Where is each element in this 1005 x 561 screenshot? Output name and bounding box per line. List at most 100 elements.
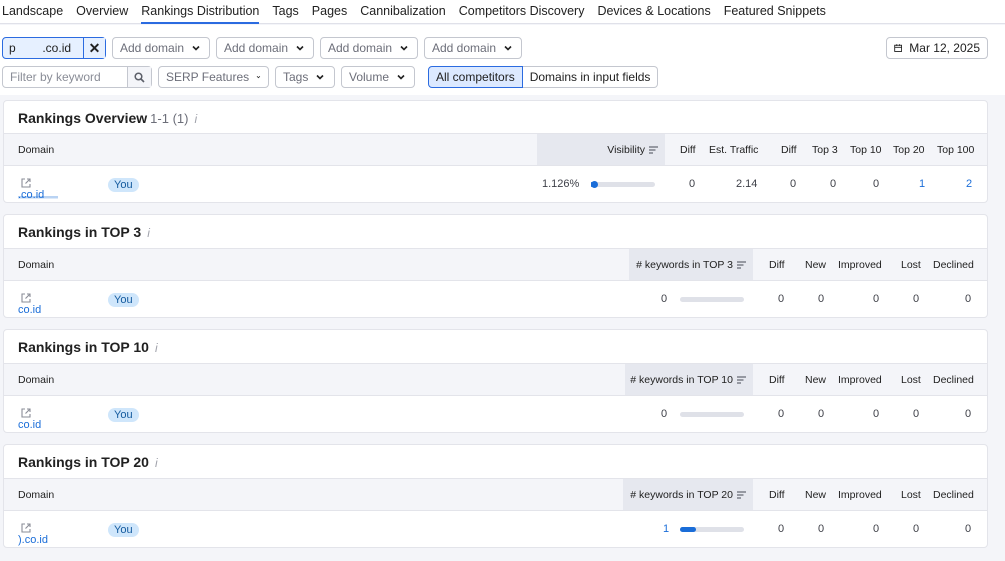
search-button[interactable] xyxy=(127,67,151,87)
declined-value: 0 xyxy=(965,408,972,420)
serp-features-dropdown[interactable]: SERP Features xyxy=(158,66,269,88)
info-icon[interactable]: i xyxy=(155,456,158,470)
improved-value: 0 xyxy=(873,523,880,535)
domain-text: co.id xyxy=(18,304,42,316)
external-link-icon[interactable] xyxy=(21,178,31,188)
top100-value[interactable]: 2 xyxy=(966,178,972,190)
external-link-icon[interactable] xyxy=(21,293,31,303)
rankings-overview-panel: Rankings Overview 1-1 (1) i Domain Visibil… xyxy=(3,100,988,203)
domain-link[interactable]: co.id xyxy=(18,293,62,316)
col-diff: Diff xyxy=(769,259,785,271)
report-tabs: Landscape Overview Rankings Distribution… xyxy=(0,0,1005,24)
you-badge: You xyxy=(108,523,139,537)
external-link-icon[interactable] xyxy=(21,523,31,533)
add-domain-button-4[interactable]: Add domain xyxy=(424,37,522,59)
competitor-toggle: All competitors Domains in input fields xyxy=(428,66,659,88)
col-diff: Diff xyxy=(680,144,696,156)
top20-value[interactable]: 1 xyxy=(919,178,925,190)
info-icon[interactable]: i xyxy=(155,341,158,355)
domain-chip-label: p .co.id xyxy=(9,41,72,55)
col-improved: Improved xyxy=(838,374,882,386)
domain-link[interactable]: .co.id xyxy=(18,178,58,201)
col-visibility-label: Visibility xyxy=(607,144,645,156)
top10-title: Rankings in TOP 10 xyxy=(18,339,149,355)
top3-value: 0 xyxy=(830,178,837,190)
top20-title: Rankings in TOP 20 xyxy=(18,454,149,470)
sort-icon xyxy=(737,376,746,384)
chevron-down-icon xyxy=(397,74,405,80)
col-improved: Improved xyxy=(838,259,882,271)
domain-text: ).co.id xyxy=(18,534,48,546)
keywords-bar xyxy=(680,297,744,302)
rankings-top20-panel: Rankings in TOP 20 i Domain # keywords in… xyxy=(3,444,988,548)
close-icon[interactable]: ✕ xyxy=(83,38,105,58)
keywords-bar-fill xyxy=(680,527,696,532)
add-domain-button-2[interactable]: Add domain xyxy=(216,37,314,59)
panel-title: Rankings in TOP 10 i xyxy=(18,339,158,355)
col-keywords[interactable]: # keywords in TOP 20 xyxy=(623,479,753,510)
col-lost: Lost xyxy=(901,259,921,271)
chevron-down-icon xyxy=(316,74,324,80)
top3-title: Rankings in TOP 3 xyxy=(18,224,142,240)
col-declined: Declined xyxy=(933,374,974,386)
col-top100: Top 100 xyxy=(937,144,975,156)
tab-competitors-discovery[interactable]: Competitors Discovery xyxy=(459,0,585,23)
overview-count: 1-1 (1) xyxy=(150,111,189,126)
col-visibility[interactable]: Visibility xyxy=(537,134,665,165)
domain-link[interactable]: co.id xyxy=(18,408,62,431)
date-picker[interactable]: Mar 12, 2025 xyxy=(886,37,988,59)
lost-value: 0 xyxy=(913,408,920,420)
info-icon[interactable]: i xyxy=(194,112,197,126)
col-domain: Domain xyxy=(18,144,55,156)
add-domain-button-1[interactable]: Add domain xyxy=(112,37,210,59)
table-row: ).co.id You 1 0 0 0 0 0 xyxy=(4,512,987,547)
keywords-value[interactable]: 1 xyxy=(663,523,669,535)
new-value: 0 xyxy=(818,408,825,420)
table-row: co.id You 0 0 0 0 0 0 xyxy=(4,282,987,317)
table-row: co.id You 0 0 0 0 0 0 xyxy=(4,397,987,432)
you-badge: You xyxy=(108,408,139,422)
external-link-icon[interactable] xyxy=(21,408,31,418)
col-diff: Diff xyxy=(769,489,785,501)
tags-dropdown[interactable]: Tags xyxy=(275,66,335,88)
diff-value: 0 xyxy=(778,408,785,420)
add-domain-button-3[interactable]: Add domain xyxy=(320,37,418,59)
keywords-value: 0 xyxy=(661,293,668,305)
domains-in-input-button[interactable]: Domains in input fields xyxy=(522,66,659,88)
overview-title: Rankings Overview xyxy=(18,110,148,126)
visibility-bar xyxy=(591,182,655,187)
col-keywords[interactable]: # keywords in TOP 10 xyxy=(625,364,753,395)
diff-value: 0 xyxy=(778,523,785,535)
improved-value: 0 xyxy=(873,408,880,420)
tab-cannibalization[interactable]: Cannibalization xyxy=(360,0,445,23)
tab-overview[interactable]: Overview xyxy=(76,0,128,23)
table-header: Domain Visibility Diff Est. Traffic Diff… xyxy=(4,133,987,166)
keywords-bar xyxy=(680,527,744,532)
domain-chip[interactable]: p .co.id ✕ xyxy=(2,37,106,59)
col-new: New xyxy=(805,259,827,271)
col-keywords-label: # keywords in TOP 10 xyxy=(630,374,733,386)
all-competitors-button[interactable]: All competitors xyxy=(428,66,523,88)
chevron-down-icon xyxy=(400,45,408,51)
col-top20: Top 20 xyxy=(893,144,925,156)
col-traffic-diff: Diff xyxy=(781,144,797,156)
col-keywords[interactable]: # keywords in TOP 3 xyxy=(629,249,753,280)
tab-tags[interactable]: Tags xyxy=(272,0,298,23)
col-lost: Lost xyxy=(901,374,921,386)
table-header: Domain # keywords in TOP 3 Diff New Impr… xyxy=(4,248,987,281)
visibility-value: 1.126% xyxy=(542,178,580,190)
tab-featured-snippets[interactable]: Featured Snippets xyxy=(724,0,826,23)
tab-pages[interactable]: Pages xyxy=(312,0,347,23)
col-domain: Domain xyxy=(18,259,55,271)
info-icon[interactable]: i xyxy=(147,226,150,240)
sort-icon xyxy=(737,491,746,499)
col-domain: Domain xyxy=(18,374,55,386)
col-lost: Lost xyxy=(901,489,921,501)
volume-dropdown[interactable]: Volume xyxy=(341,66,415,88)
tab-devices-locations[interactable]: Devices & Locations xyxy=(597,0,710,23)
tab-landscape[interactable]: Landscape xyxy=(2,0,63,23)
tab-rankings-distribution[interactable]: Rankings Distribution xyxy=(141,0,260,24)
domain-link[interactable]: ).co.id xyxy=(18,523,60,546)
keyword-filter-input[interactable]: Filter by keyword xyxy=(2,66,152,88)
declined-value: 0 xyxy=(965,293,972,305)
